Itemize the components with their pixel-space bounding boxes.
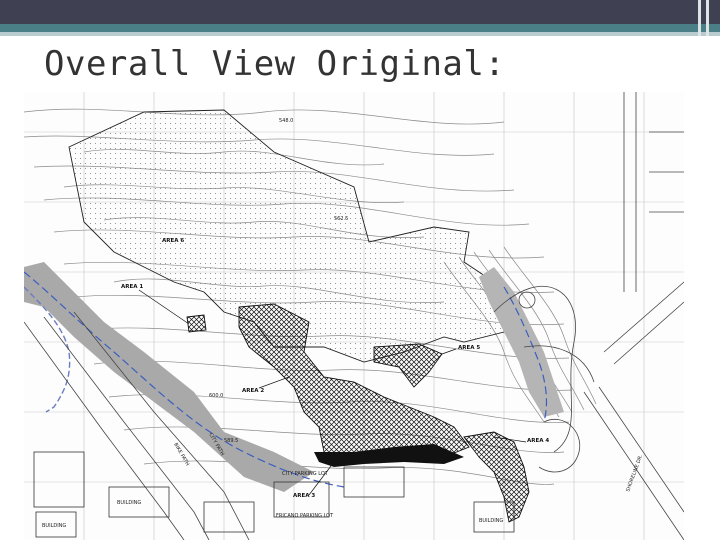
area-label: AREA 6 <box>162 238 184 244</box>
crosshatch-area-5 <box>373 343 443 388</box>
site-label: BUILDING <box>42 523 66 529</box>
header-accent-stripe <box>0 24 720 32</box>
site-map-drawing: AREA 1 AREA 2 AREA 3 AREA 4 AREA 5 AREA … <box>24 92 684 540</box>
corner-divider <box>706 0 709 36</box>
site-label: FRICANO PARKING LOT <box>276 513 334 519</box>
site-label: BIKE PATH <box>172 442 190 467</box>
site-map: AREA 1 AREA 2 AREA 3 AREA 4 AREA 5 AREA … <box>24 92 684 540</box>
area-label: AREA 3 <box>293 493 315 499</box>
area-label: AREA 1 <box>121 284 143 290</box>
contour-label: 548.0 <box>279 118 293 124</box>
contour-label: 589.5 <box>224 438 238 444</box>
site-label: SHORELINE DR. <box>625 454 644 493</box>
area-label: AREA 5 <box>458 345 480 351</box>
corner-divider <box>698 0 701 36</box>
header-bar <box>0 0 720 24</box>
area-label: AREA 2 <box>242 388 264 394</box>
site-label: BUILDING <box>479 518 503 524</box>
site-label: CITY PARKING LOT <box>282 471 329 477</box>
site-label: BUILDING <box>117 500 141 506</box>
contour-label: 562.5 <box>334 216 348 222</box>
contour-label: 600.0 <box>209 393 223 399</box>
crosshatch-area-1 <box>186 314 207 333</box>
area-label: AREA 4 <box>527 438 549 444</box>
header-light-stripe <box>0 32 720 36</box>
slide-title: Overall View Original: <box>44 44 506 84</box>
